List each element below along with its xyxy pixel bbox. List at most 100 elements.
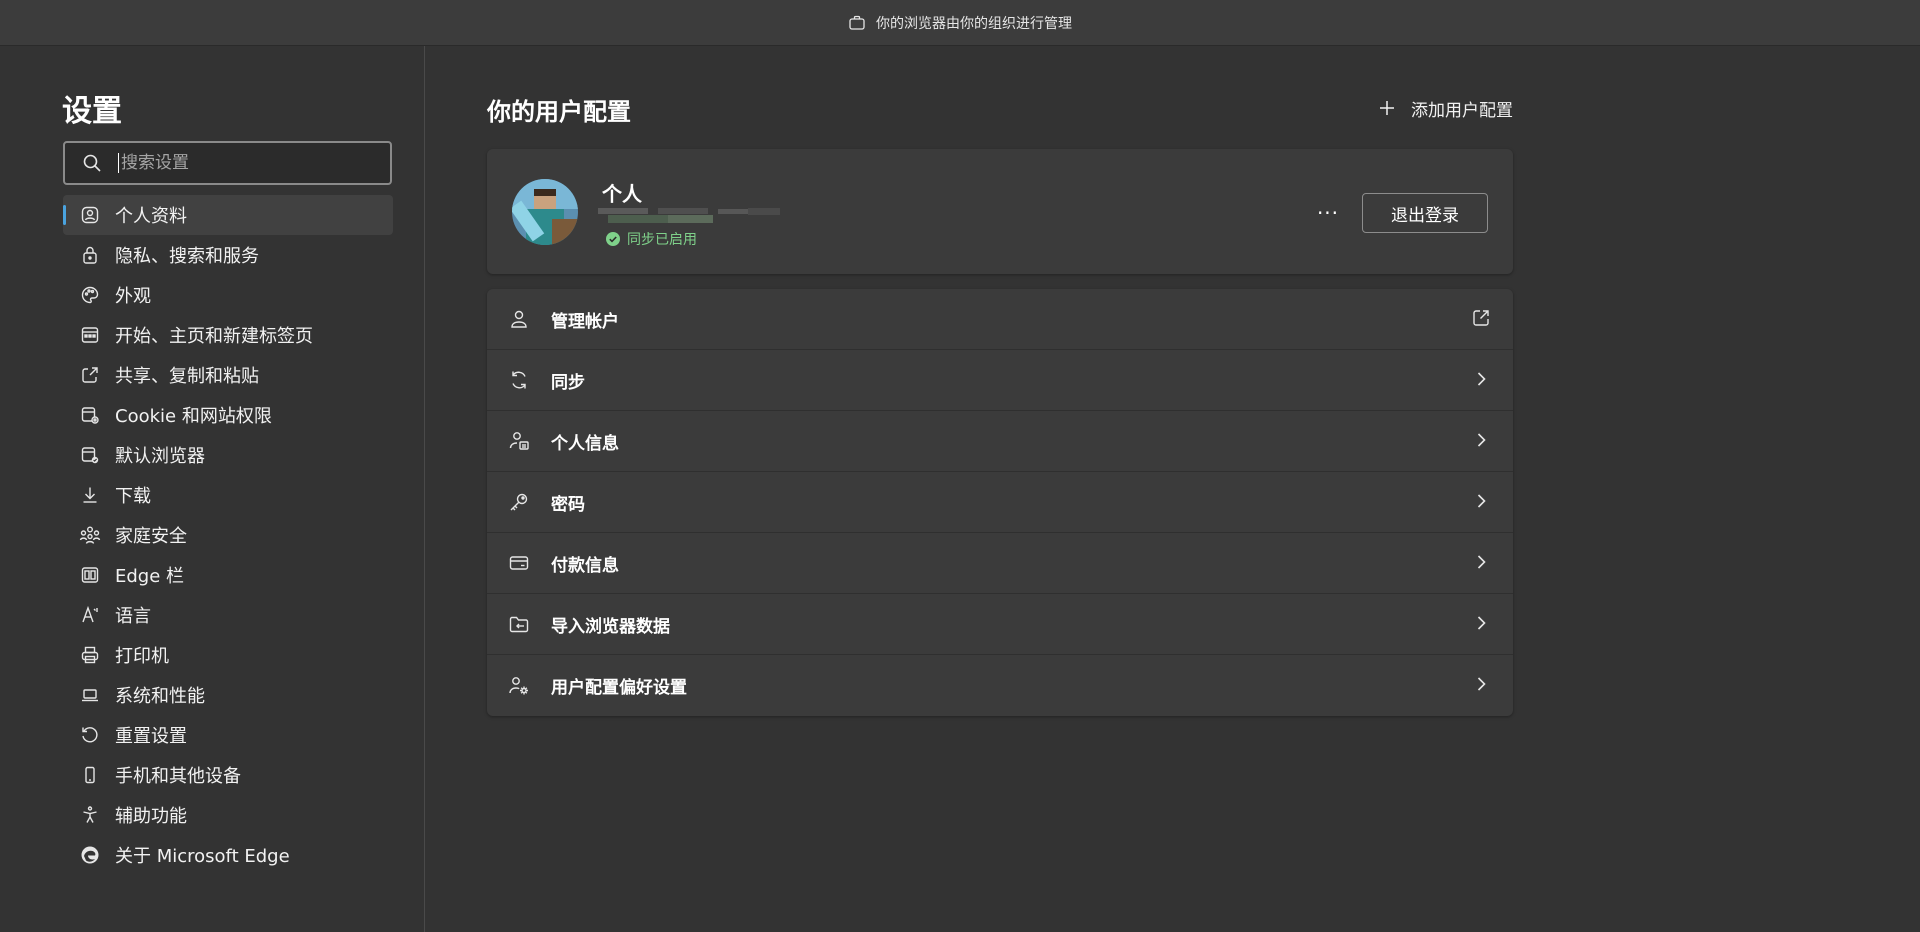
reset-icon <box>79 724 101 746</box>
family-icon <box>79 524 101 546</box>
sidebar-item-label: 个人资料 <box>115 206 187 227</box>
sidebar-item-label: 系统和性能 <box>115 686 205 707</box>
external-link-icon <box>1471 308 1491 328</box>
edge-logo-icon <box>79 844 101 866</box>
row-label: 用户配置偏好设置 <box>551 678 687 698</box>
banner-text: 你的浏览器由你的组织进行管理 <box>876 15 1072 32</box>
row-label: 同步 <box>551 372 585 393</box>
row-label: 密码 <box>551 494 585 515</box>
chevron-right-icon <box>1471 552 1491 572</box>
sidebar-item-appearance[interactable]: 外观 <box>63 275 393 315</box>
language-icon <box>79 604 101 626</box>
sidebar-item-printers[interactable]: 打印机 <box>63 635 393 675</box>
sync-status-label: 同步已启用 <box>627 232 697 248</box>
profile-settings-list: 管理帐户 同步 个人信息 密码 付款信息 导入浏览器数据 用户配置偏好设置 <box>487 289 1513 716</box>
add-profile-label: 添加用户配置 <box>1411 100 1513 121</box>
profile-settings-icon <box>507 674 531 698</box>
row-label: 付款信息 <box>551 555 619 576</box>
add-profile-button[interactable]: 添加用户配置 <box>1377 93 1513 123</box>
sign-out-button[interactable]: 退出登录 <box>1362 193 1488 233</box>
key-icon <box>507 490 531 514</box>
page-title: 你的用户配置 <box>487 98 631 126</box>
person-icon <box>507 307 531 331</box>
sidebar-item-family[interactable]: 家庭安全 <box>63 515 393 555</box>
sidebar-item-system[interactable]: 系统和性能 <box>63 675 393 715</box>
default-browser-icon <box>79 444 101 466</box>
search-box[interactable] <box>63 141 392 185</box>
search-input[interactable] <box>121 153 361 173</box>
chevron-right-icon <box>1471 369 1491 389</box>
sidebar-item-phone[interactable]: 手机和其他设备 <box>63 755 393 795</box>
chevron-right-icon <box>1471 430 1491 450</box>
newtab-icon <box>79 324 101 346</box>
accessibility-icon <box>79 804 101 826</box>
chevron-right-icon <box>1471 491 1491 511</box>
sidebar-title: 设置 <box>62 94 122 129</box>
row-profile-preferences[interactable]: 用户配置偏好设置 <box>487 655 1513 716</box>
sidebar-item-reset[interactable]: 重置设置 <box>63 715 393 755</box>
download-icon <box>79 484 101 506</box>
chevron-right-icon <box>1471 674 1491 694</box>
edge-bar-icon <box>79 564 101 586</box>
printer-icon <box>79 644 101 666</box>
credit-card-icon <box>507 551 531 575</box>
sidebar-item-accessibility[interactable]: 辅助功能 <box>63 795 393 835</box>
share-icon <box>79 364 101 386</box>
profile-name: 个人 <box>602 182 642 206</box>
sync-status: 同步已启用 <box>605 229 697 249</box>
redacted-email <box>598 206 781 224</box>
person-card-icon <box>507 429 531 453</box>
row-manage-account[interactable]: 管理帐户 <box>487 289 1513 350</box>
row-personal-info[interactable]: 个人信息 <box>487 411 1513 472</box>
more-options-button[interactable]: ··· <box>1313 201 1343 225</box>
sidebar-item-label: 家庭安全 <box>115 526 187 547</box>
sidebar-item-label: 手机和其他设备 <box>115 766 241 787</box>
row-label: 导入浏览器数据 <box>551 616 670 637</box>
sidebar-item-downloads[interactable]: 下载 <box>63 475 393 515</box>
lock-icon <box>79 244 101 266</box>
sidebar: 设置 个人资料 隐私、搜索和服务 <box>0 46 425 932</box>
palette-icon <box>79 284 101 306</box>
row-label: 管理帐户 <box>551 311 619 332</box>
search-icon <box>82 153 102 173</box>
sidebar-item-label: 开始、主页和新建标签页 <box>115 326 313 347</box>
sidebar-item-label: 关于 Microsoft Edge <box>115 846 290 867</box>
sidebar-item-label: 下载 <box>115 486 151 507</box>
avatar <box>512 179 578 245</box>
sidebar-item-label: 隐私、搜索和服务 <box>115 246 259 267</box>
sidebar-item-label: Cookie 和网站权限 <box>115 406 272 427</box>
settings-nav: 个人资料 隐私、搜索和服务 外观 开始、主页和新建标签页 共享、复制和粘贴 Co… <box>63 195 393 875</box>
sidebar-item-label: 外观 <box>115 286 151 307</box>
sidebar-item-label: 辅助功能 <box>115 806 187 827</box>
sidebar-item-profile[interactable]: 个人资料 <box>63 195 393 235</box>
sidebar-item-label: 语言 <box>115 606 151 627</box>
sync-icon <box>507 368 531 392</box>
row-payment-info[interactable]: 付款信息 <box>487 533 1513 594</box>
sidebar-item-privacy[interactable]: 隐私、搜索和服务 <box>63 235 393 275</box>
row-label: 个人信息 <box>551 433 619 454</box>
sidebar-item-about[interactable]: 关于 Microsoft Edge <box>63 835 393 875</box>
sidebar-item-start-home[interactable]: 开始、主页和新建标签页 <box>63 315 393 355</box>
sidebar-item-default-browser[interactable]: 默认浏览器 <box>63 435 393 475</box>
chevron-right-icon <box>1471 613 1491 633</box>
sidebar-item-label: 重置设置 <box>115 726 187 747</box>
sidebar-item-label: 默认浏览器 <box>115 446 205 467</box>
laptop-icon <box>79 684 101 706</box>
check-circle-icon <box>605 231 621 247</box>
sidebar-item-label: 打印机 <box>115 646 169 667</box>
text-cursor <box>118 153 119 173</box>
import-folder-icon <box>507 612 531 636</box>
row-passwords[interactable]: 密码 <box>487 472 1513 533</box>
managed-banner: 你的浏览器由你的组织进行管理 <box>0 0 1920 46</box>
sidebar-item-label: 共享、复制和粘贴 <box>115 366 259 387</box>
sidebar-item-label: Edge 栏 <box>115 566 185 587</box>
sidebar-item-share[interactable]: 共享、复制和粘贴 <box>63 355 393 395</box>
row-import-browser-data[interactable]: 导入浏览器数据 <box>487 594 1513 655</box>
sidebar-item-edge-bar[interactable]: Edge 栏 <box>63 555 393 595</box>
plus-icon <box>1377 98 1397 118</box>
sidebar-item-languages[interactable]: 语言 <box>63 595 393 635</box>
profile-icon <box>79 204 101 226</box>
row-sync[interactable]: 同步 <box>487 350 1513 411</box>
briefcase-icon <box>848 14 866 32</box>
sidebar-item-cookies[interactable]: Cookie 和网站权限 <box>63 395 393 435</box>
